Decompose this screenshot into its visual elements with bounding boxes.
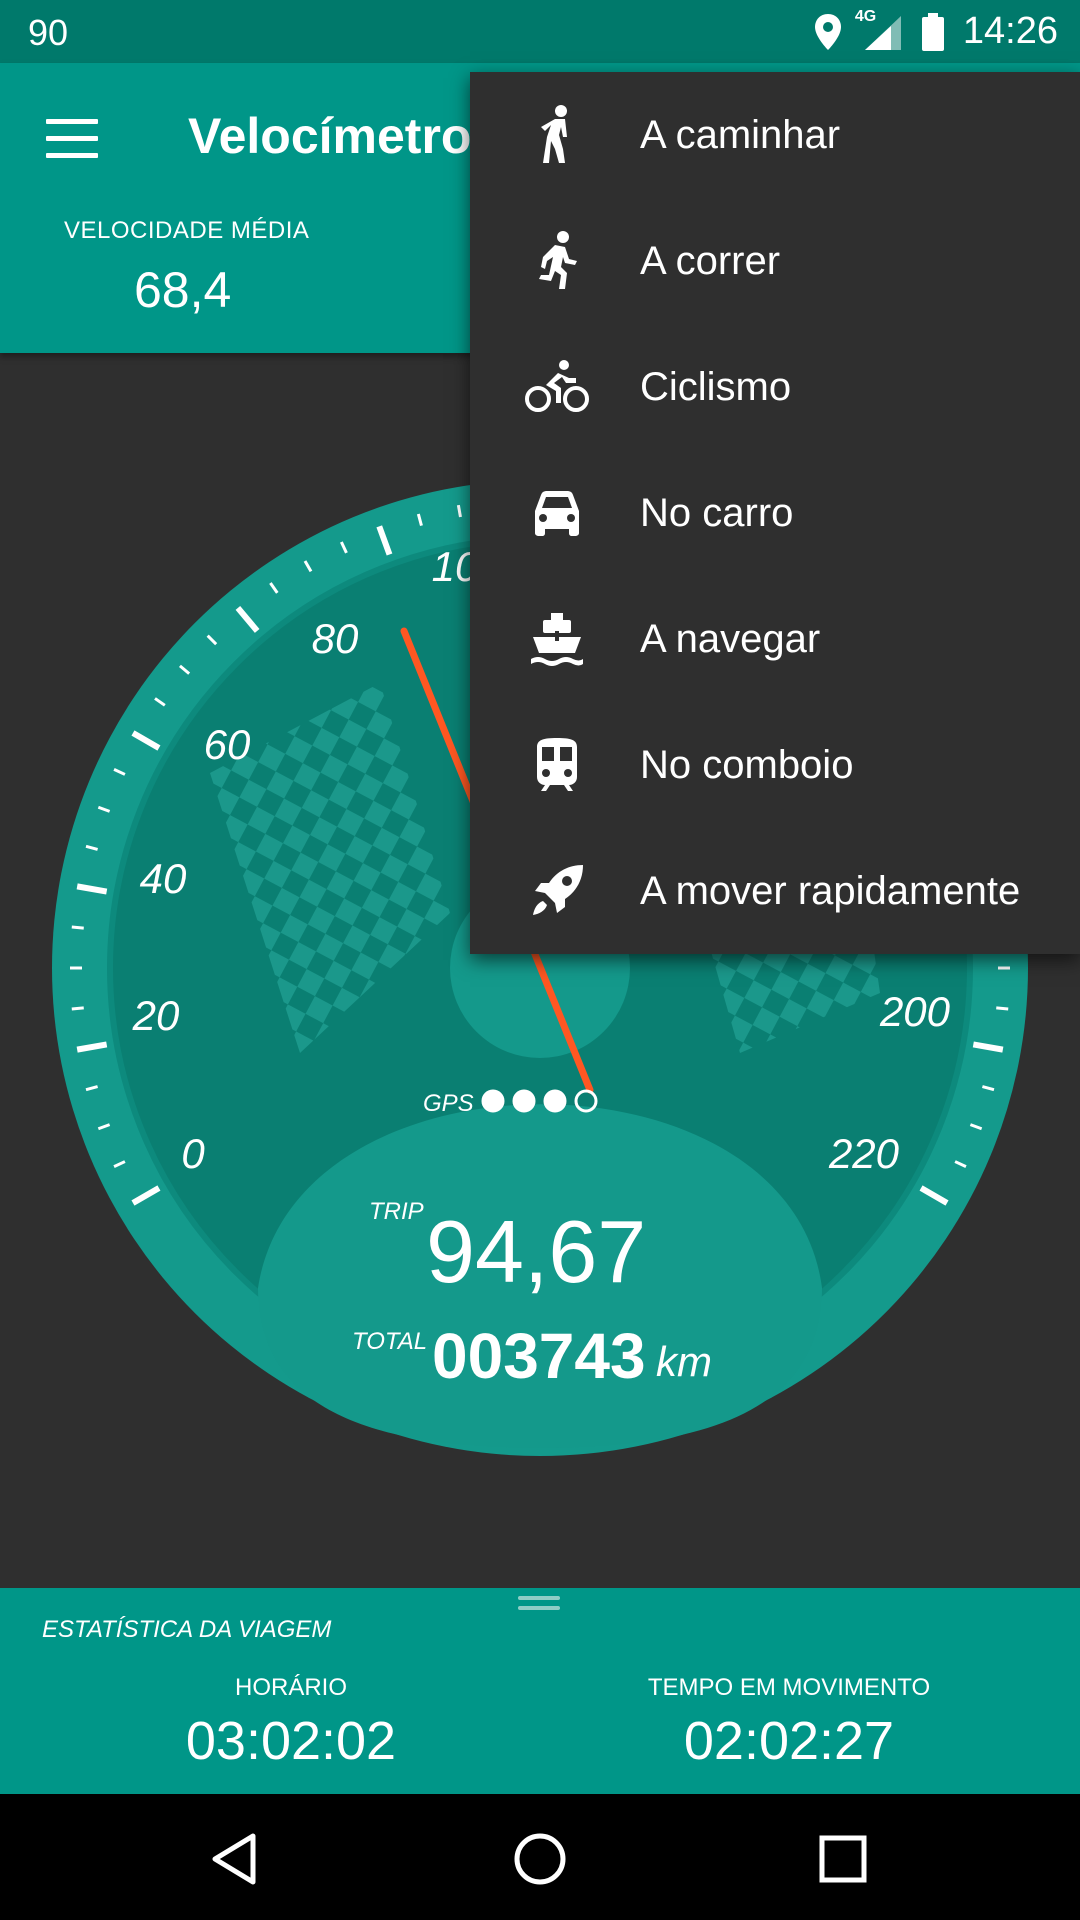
navigation-bar [0,1794,1080,1920]
menu-item-boat[interactable]: A navegar [470,576,1080,702]
signal-icon: 4G [855,8,903,52]
menu-item-label: A mover rapidamente [640,868,1021,913]
trip-label: TRIP [369,1198,424,1225]
moving-time-label: TEMPO EM MOVIMENTO [647,1674,931,1701]
walk-icon [522,100,592,170]
gauge-speed-label: 200 [879,988,951,1035]
gps-dot-filled [512,1089,536,1113]
status-bar: 90 4G 14:26 [0,0,1080,63]
recents-icon[interactable] [808,1824,878,1894]
gauge-minor-tick [996,1006,1009,1011]
menu-item-label: No comboio [640,742,854,787]
gauge-speed-label: 80 [312,615,359,662]
home-icon[interactable] [505,1824,575,1894]
network-type: 4G [854,7,877,25]
gauge-minor-tick [456,504,462,518]
menu-item-label: A caminhar [640,112,841,157]
status-left-text: 90 [28,12,69,53]
gps-dot-filled [481,1089,505,1113]
app-title: Velocímetro [188,108,472,164]
menu-item-label: A correr [640,238,781,283]
moving-time-value: 02:02:27 [683,1711,895,1771]
location-icon [813,12,843,52]
menu-item-train[interactable]: No comboio [470,702,1080,828]
hamburger-menu-icon[interactable] [46,119,98,159]
avg-speed-label: VELOCIDADE MÉDIA [64,217,310,244]
menu-item-walking[interactable]: A caminhar [470,72,1080,198]
gauge-speed-label: 20 [132,992,180,1039]
menu-item-running[interactable]: A correr [470,198,1080,324]
menu-item-car[interactable]: No carro [470,450,1080,576]
clock-value: 03:02:02 [185,1711,397,1771]
boat-icon [522,604,592,674]
drag-handle[interactable] [518,1596,560,1616]
status-icons: 4G 14:26 [813,8,1058,53]
avg-speed-value: 68,4 [134,262,232,318]
gauge-speed-label: 220 [828,1130,900,1177]
gauge-speed-label: 40 [140,855,187,902]
bike-icon [522,352,592,422]
menu-item-fast[interactable]: A mover rapidamente [470,828,1080,954]
back-icon[interactable] [203,1824,273,1894]
rocket-icon [522,856,592,926]
clock-label: HORÁRIO [234,1674,347,1701]
gps-dot-filled [543,1089,567,1113]
travel-mode-menu: A caminhar A correr Ciclismo No carro A … [470,72,1080,954]
menu-item-label: A navegar [640,616,821,661]
gauge-minor-tick [71,925,84,930]
gauge-minor-tick [71,1006,84,1011]
train-icon [522,730,592,800]
gauge-speed-label: 0 [181,1130,205,1177]
unit-label: km [656,1338,712,1385]
total-label: TOTAL [352,1328,428,1355]
menu-item-label: No carro [640,490,794,535]
run-icon [522,226,592,296]
total-value: 003743 [432,1320,646,1392]
car-icon [522,478,592,548]
trip-stats-title: ESTATÍSTICA DA VIAGEM [42,1616,332,1643]
trip-value: 94,67 [426,1202,647,1301]
status-time: 14:26 [962,10,1058,52]
gps-label: GPS [423,1090,474,1117]
menu-item-label: Ciclismo [640,364,792,409]
battery-icon [921,12,945,52]
trip-stats-panel: ESTATÍSTICA DA VIAGEM HORÁRIO 03:02:02 T… [0,1588,1080,1794]
menu-item-cycling[interactable]: Ciclismo [470,324,1080,450]
gauge-speed-label: 60 [204,721,251,768]
